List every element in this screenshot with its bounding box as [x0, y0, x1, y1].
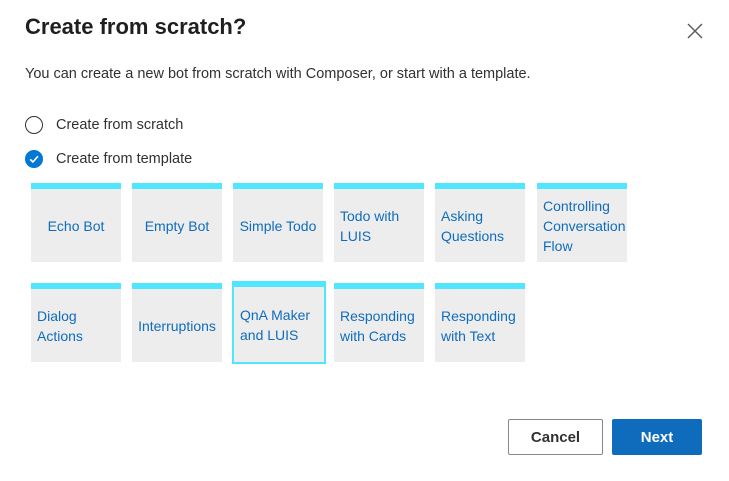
cancel-button[interactable]: Cancel — [508, 419, 603, 455]
radio-circle — [25, 116, 43, 134]
template-tile-echo-bot[interactable]: Echo Bot — [31, 183, 121, 262]
radio-label: Create from scratch — [56, 117, 184, 133]
template-tile-todo-with-luis[interactable]: Todo with LUIS — [334, 183, 424, 262]
template-tile-responding-with-cards[interactable]: Responding with Cards — [334, 283, 424, 362]
radio-create-from-template[interactable]: Create from template — [25, 148, 192, 170]
template-tile-asking-questions[interactable]: Asking Questions — [435, 183, 525, 262]
radio-label: Create from template — [56, 151, 193, 167]
checkmark-icon — [29, 155, 39, 164]
template-label: QnA Maker and LUIS — [240, 306, 311, 343]
template-tile-dialog-actions[interactable]: Dialog Actions — [31, 283, 121, 362]
template-tile-qna-maker-and-luis[interactable]: QnA Maker and LUIS — [232, 281, 326, 364]
template-label: Todo with LUIS — [340, 207, 400, 244]
next-button[interactable]: Next — [612, 419, 702, 455]
template-label: Responding with Cards — [340, 307, 415, 344]
template-tile-responding-with-text[interactable]: Responding with Text — [435, 283, 525, 362]
template-label: Controlling Conversation Flow — [543, 197, 626, 254]
template-label: Empty Bot — [144, 217, 210, 234]
template-label: Echo Bot — [47, 217, 105, 234]
radio-create-from-scratch[interactable]: Create from scratch — [25, 114, 183, 136]
template-tile-controlling-conversation-flow[interactable]: Controlling Conversation Flow — [537, 183, 627, 262]
create-from-scratch-dialog: Create from scratch? You can create a ne… — [0, 0, 729, 481]
template-label: Simple Todo — [239, 217, 317, 234]
template-label: Interruptions — [138, 317, 216, 334]
close-icon — [687, 23, 703, 39]
template-label: Responding with Text — [441, 307, 516, 344]
radio-circle-checked — [25, 150, 43, 168]
dialog-subtitle: You can create a new bot from scratch wi… — [25, 66, 531, 82]
template-tile-empty-bot[interactable]: Empty Bot — [132, 183, 222, 262]
template-tile-interruptions[interactable]: Interruptions — [132, 283, 222, 362]
template-label: Dialog Actions — [37, 307, 83, 344]
dialog-title: Create from scratch? — [25, 14, 247, 39]
template-tile-simple-todo[interactable]: Simple Todo — [233, 183, 323, 262]
close-button[interactable] — [684, 20, 706, 42]
template-label: Asking Questions — [441, 207, 505, 244]
